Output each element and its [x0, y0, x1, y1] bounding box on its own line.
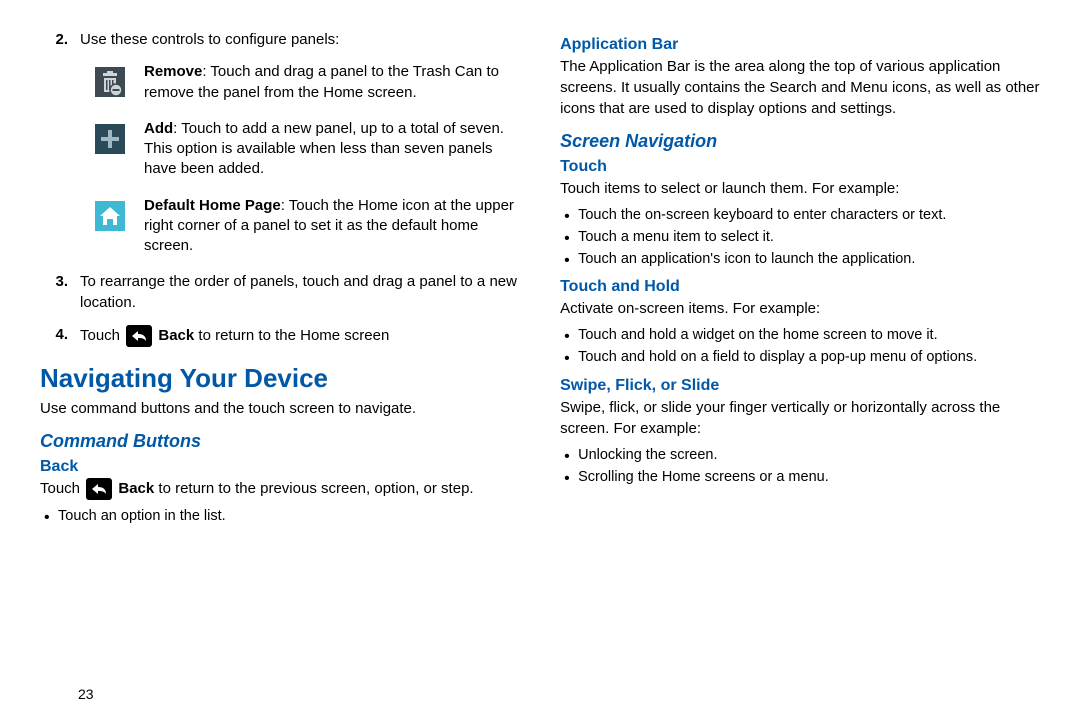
pre: Touch	[40, 480, 84, 497]
pre: Touch	[80, 327, 124, 344]
step-text: Use these controls to configure panels:	[80, 30, 520, 50]
appbar-text: The Application Bar is the area along th…	[560, 56, 1050, 119]
post: to return to the previous screen, option…	[154, 480, 473, 497]
list-item: Unlocking the screen.	[560, 445, 1050, 467]
list-item: Touch and hold on a field to display a p…	[560, 347, 1050, 369]
right-column: Application Bar The Application Bar is t…	[560, 30, 1050, 536]
hold-text: Activate on-screen items. For example:	[560, 298, 1050, 319]
back-paragraph: Touch Back to return to the previous scr…	[40, 478, 520, 500]
row-label: Remove	[144, 63, 202, 80]
list-item: Touch an application's icon to launch th…	[560, 249, 1050, 271]
step-4: 4. Touch Back to return to the Home scre…	[40, 325, 520, 347]
row-add-desc: Add: Touch to add a new panel, up to a t…	[144, 119, 520, 180]
row-home-desc: Default Home Page: Touch the Home icon a…	[144, 196, 520, 257]
heading-touch-hold: Touch and Hold	[560, 278, 1050, 296]
row-remove: Remove: Touch and drag a panel to the Tr…	[90, 62, 520, 103]
list-item: Touch an option in the list.	[40, 506, 520, 528]
step-number: 2.	[40, 30, 80, 50]
page-number: 23	[78, 686, 94, 702]
swipe-list: Unlocking the screen. Scrolling the Home…	[560, 445, 1050, 489]
step-number: 4.	[40, 325, 80, 347]
heading-touch: Touch	[560, 158, 1050, 176]
hold-list: Touch and hold a widget on the home scre…	[560, 325, 1050, 369]
step-3: 3. To rearrange the order of panels, tou…	[40, 272, 520, 313]
row-label: Default Home Page	[144, 197, 281, 214]
touch-text: Touch items to select or launch them. Fo…	[560, 178, 1050, 199]
step-text: Touch Back to return to the Home screen	[80, 325, 520, 347]
left-column: 2. Use these controls to configure panel…	[40, 30, 520, 536]
heading-screen-navigation: Screen Navigation	[560, 131, 1050, 152]
heading-application-bar: Application Bar	[560, 36, 1050, 54]
add-icon	[90, 119, 130, 159]
home-icon	[90, 196, 130, 236]
step-text: To rearrange the order of panels, touch …	[80, 272, 520, 313]
heading-command-buttons: Command Buttons	[40, 431, 520, 452]
list-item: Touch a menu item to select it.	[560, 227, 1050, 249]
intro-text: Use command buttons and the touch screen…	[40, 398, 520, 419]
bold: Back	[158, 327, 194, 344]
back-icon	[86, 478, 112, 500]
row-remove-desc: Remove: Touch and drag a panel to the Tr…	[144, 62, 520, 103]
list-item: Scrolling the Home screens or a menu.	[560, 467, 1050, 489]
heading-navigating: Navigating Your Device	[40, 363, 520, 394]
heading-swipe: Swipe, Flick, or Slide	[560, 377, 1050, 395]
swipe-text: Swipe, flick, or slide your finger verti…	[560, 397, 1050, 439]
bold: Back	[118, 480, 154, 497]
row-home: Default Home Page: Touch the Home icon a…	[90, 196, 520, 257]
touch-list: Touch the on-screen keyboard to enter ch…	[560, 205, 1050, 270]
back-list: Touch an option in the list.	[40, 506, 520, 528]
heading-back: Back	[40, 458, 520, 476]
post: to return to the Home screen	[194, 327, 389, 344]
controls-table: Remove: Touch and drag a panel to the Tr…	[90, 62, 520, 256]
list-item: Touch the on-screen keyboard to enter ch…	[560, 205, 1050, 227]
trash-icon	[90, 62, 130, 102]
back-icon	[126, 325, 152, 347]
row-add: Add: Touch to add a new panel, up to a t…	[90, 119, 520, 180]
step-2: 2. Use these controls to configure panel…	[40, 30, 520, 50]
row-label: Add	[144, 120, 173, 137]
row-text: : Touch to add a new panel, up to a tota…	[144, 120, 504, 178]
manual-page: 2. Use these controls to configure panel…	[0, 0, 1080, 546]
step-number: 3.	[40, 272, 80, 313]
list-item: Touch and hold a widget on the home scre…	[560, 325, 1050, 347]
